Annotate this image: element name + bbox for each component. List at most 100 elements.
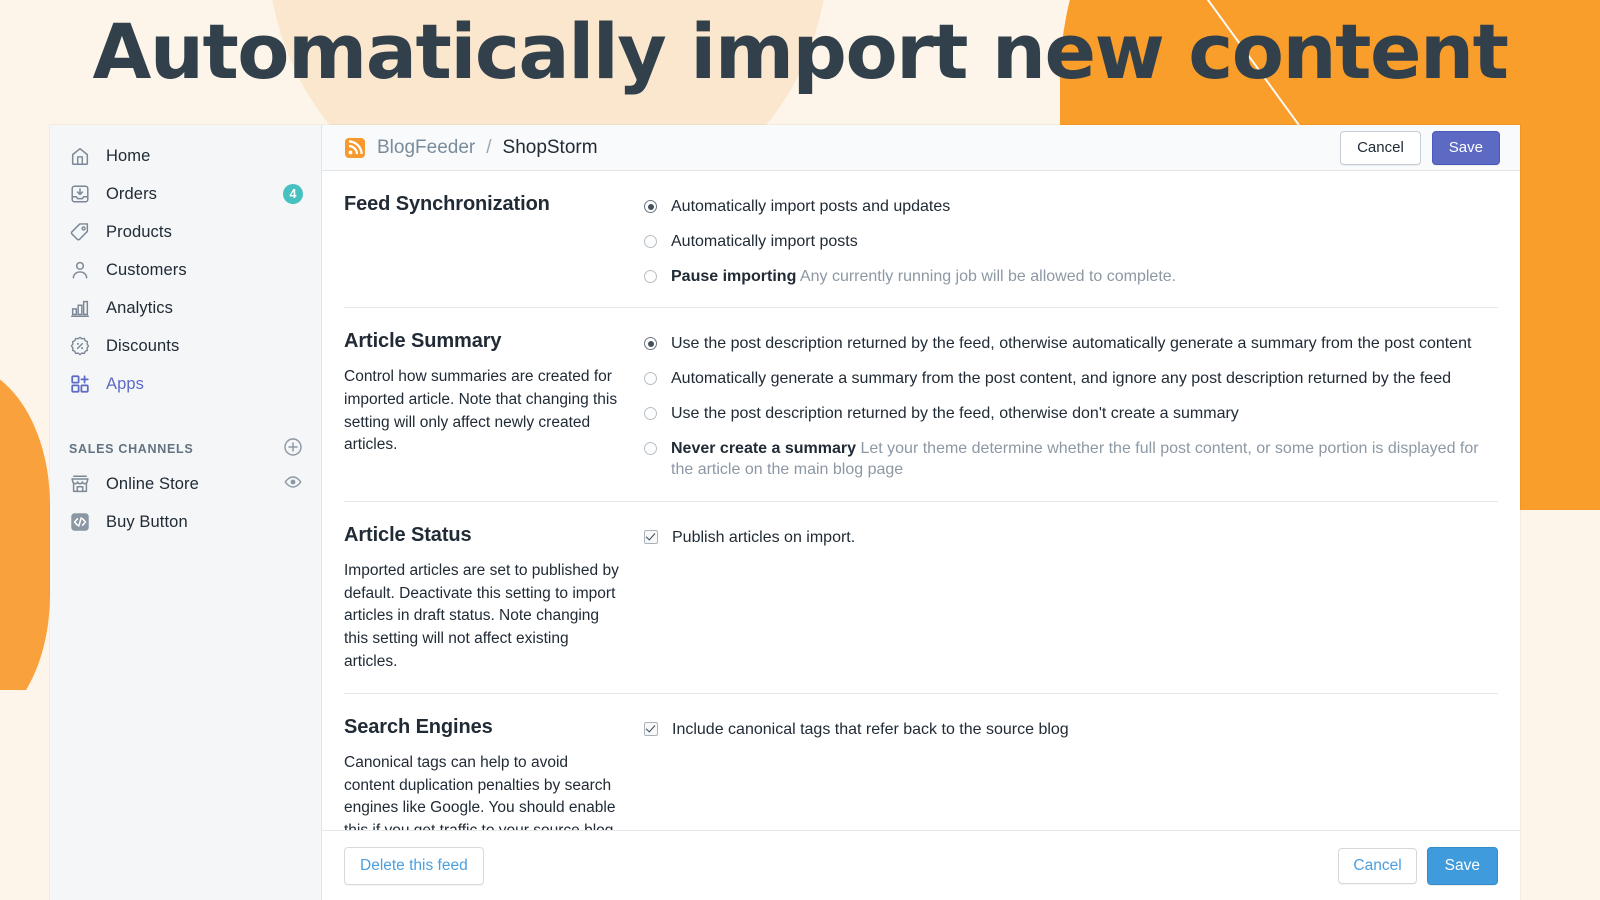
section-description-column: Article Status Imported articles are set … — [344, 524, 644, 673]
bar-chart-icon — [69, 297, 91, 319]
option-text: Automatically import posts and updates — [671, 196, 950, 218]
option-label: Use the post description returned by the… — [671, 335, 1472, 353]
settings-sheet: Feed Synchronization Automatically import… — [322, 171, 1520, 830]
section-description: Imported articles are set to published b… — [344, 562, 619, 670]
section-description-column: Search Engines Canonical tags can help to… — [344, 716, 644, 830]
checkbox-option[interactable]: Publish articles on import. — [644, 527, 1498, 549]
sidebar: Home Orders 4 Products Customers Analytics Dis… — [50, 125, 322, 900]
apps-grid-plus-icon — [69, 373, 91, 395]
sidebar-item-label: Home — [106, 146, 151, 165]
sidebar-item-products[interactable]: Products — [50, 213, 321, 251]
tag-icon — [69, 221, 91, 243]
sidebar-item-badge: 4 — [283, 184, 303, 204]
option-label: Include canonical tags that refer back t… — [672, 721, 1069, 739]
topbar-actions: Cancel Save — [1340, 130, 1500, 165]
option-label: Automatically import posts — [671, 232, 858, 250]
settings-section: Search Engines Canonical tags can help to… — [344, 694, 1498, 830]
section-controls-column: Publish articles on import. — [644, 524, 1498, 673]
option-text: Automatically import posts — [671, 231, 858, 253]
radio-option[interactable]: Automatically import posts — [644, 231, 1498, 253]
footer-actions: Cancel Save — [1338, 846, 1498, 885]
section-controls-column: Use the post description returned by the… — [644, 330, 1498, 481]
sidebar-item-label: Discounts — [106, 336, 180, 355]
radio-button[interactable] — [644, 372, 657, 385]
sidebar-channel-list: Online Store Buy Button — [50, 465, 321, 541]
section-description-column: Article Summary Control how summaries are… — [344, 330, 644, 481]
home-icon — [69, 145, 91, 167]
sidebar-channel-buy-button[interactable]: Buy Button — [50, 503, 321, 541]
topbar-cancel-button[interactable]: Cancel — [1340, 130, 1421, 165]
footer-save-button[interactable]: Save — [1426, 846, 1498, 885]
sidebar-item-customers[interactable]: Customers — [50, 251, 321, 289]
option-label: Never create a summary — [671, 439, 857, 457]
sidebar-item-label: Orders — [106, 184, 158, 203]
option-label: Pause importing — [671, 267, 797, 285]
radio-option[interactable]: Automatically generate a summary from th… — [644, 368, 1498, 390]
option-text: Publish articles on import. — [672, 527, 855, 549]
sidebar-item-discounts[interactable]: Discounts — [50, 327, 321, 365]
radio-button[interactable] — [644, 337, 657, 351]
breadcrumb-separator: / — [486, 136, 492, 158]
topbar-save-button[interactable]: Save — [1431, 130, 1500, 165]
option-label: Use the post description returned by the… — [671, 404, 1239, 422]
sidebar-section-title: SALES CHANNELS — [69, 442, 194, 456]
footer-cancel-button[interactable]: Cancel — [1338, 847, 1417, 884]
sidebar-item-label: Apps — [106, 374, 145, 393]
option-help-text: Any currently running job will be allowe… — [799, 267, 1177, 285]
section-description: Control how summaries are created for im… — [344, 368, 618, 454]
option-label: Publish articles on import. — [672, 529, 856, 546]
app-topbar: BlogFeeder / ShopStorm Cancel Save — [322, 125, 1520, 171]
person-icon — [69, 259, 91, 281]
option-text: Use the post description returned by the… — [671, 403, 1239, 425]
section-controls-column: Include canonical tags that refer back t… — [644, 716, 1498, 830]
radio-button[interactable] — [644, 269, 657, 283]
sidebar-item-label: Customers — [106, 260, 187, 279]
sidebar-channel-label: Buy Button — [106, 512, 188, 531]
main-panel: BlogFeeder / ShopStorm Cancel Save Feed … — [322, 125, 1520, 900]
section-description-column: Feed Synchronization — [344, 193, 644, 287]
form-footer: Delete this feed Cancel Save — [322, 830, 1520, 900]
sidebar-item-orders[interactable]: Orders 4 — [50, 175, 321, 213]
breadcrumb-app[interactable]: BlogFeeder — [377, 137, 475, 159]
settings-section: Article Summary Control how summaries are… — [344, 308, 1498, 502]
checkbox-option[interactable]: Include canonical tags that refer back t… — [644, 719, 1498, 741]
sidebar-item-analytics[interactable]: Analytics — [50, 289, 321, 327]
radio-option[interactable]: Never create a summary Let your theme de… — [644, 438, 1498, 482]
storefront-icon — [69, 473, 91, 495]
radio-option[interactable]: Use the post description returned by the… — [644, 403, 1498, 425]
option-text: Use the post description returned by the… — [671, 333, 1471, 355]
sidebar-channel-label: Online Store — [106, 474, 199, 493]
plus-circle-icon[interactable] — [283, 437, 303, 462]
sidebar-item-apps[interactable]: Apps — [50, 365, 321, 403]
sidebar-item-label: Products — [106, 222, 172, 241]
eye-icon[interactable] — [283, 472, 303, 497]
section-title: Search Engines — [344, 716, 493, 739]
checkbox[interactable] — [644, 722, 658, 737]
section-description: Canonical tags can help to avoid content… — [344, 754, 618, 830]
sidebar-channel-online-store[interactable]: Online Store — [50, 465, 321, 503]
section-title: Feed Synchronization — [344, 193, 550, 215]
option-text: Pause importing Any currently running jo… — [671, 266, 1176, 288]
option-text: Never create a summary Let your theme de… — [671, 438, 1498, 482]
sidebar-nav-list: Home Orders 4 Products Customers Analytics Dis… — [50, 137, 321, 403]
sidebar-item-label: Analytics — [106, 298, 173, 317]
option-label: Automatically generate a summary from th… — [671, 370, 1451, 387]
radio-option[interactable]: Automatically import posts and updates — [644, 196, 1498, 218]
radio-option[interactable]: Pause importing Any currently running jo… — [644, 266, 1498, 288]
option-text: Automatically generate a summary from th… — [671, 368, 1451, 390]
radio-option[interactable]: Use the post description returned by the… — [644, 333, 1498, 355]
radio-button[interactable] — [644, 200, 657, 213]
delete-feed-button[interactable]: Delete this feed — [344, 846, 484, 885]
orange-blob-left — [0, 365, 50, 735]
breadcrumb-store: ShopStorm — [502, 136, 598, 158]
sidebar-section-header: SALES CHANNELS — [50, 433, 321, 465]
radio-button[interactable] — [644, 234, 657, 248]
radio-button[interactable] — [644, 406, 657, 420]
orders-inbox-icon — [69, 183, 91, 205]
section-controls-column: Automatically import posts and updates Au… — [644, 193, 1498, 287]
checkbox[interactable] — [644, 530, 658, 544]
section-title: Article Status — [344, 524, 472, 546]
sidebar-item-home[interactable]: Home — [50, 137, 321, 175]
section-title: Article Summary — [344, 330, 502, 353]
radio-button[interactable] — [644, 441, 657, 455]
